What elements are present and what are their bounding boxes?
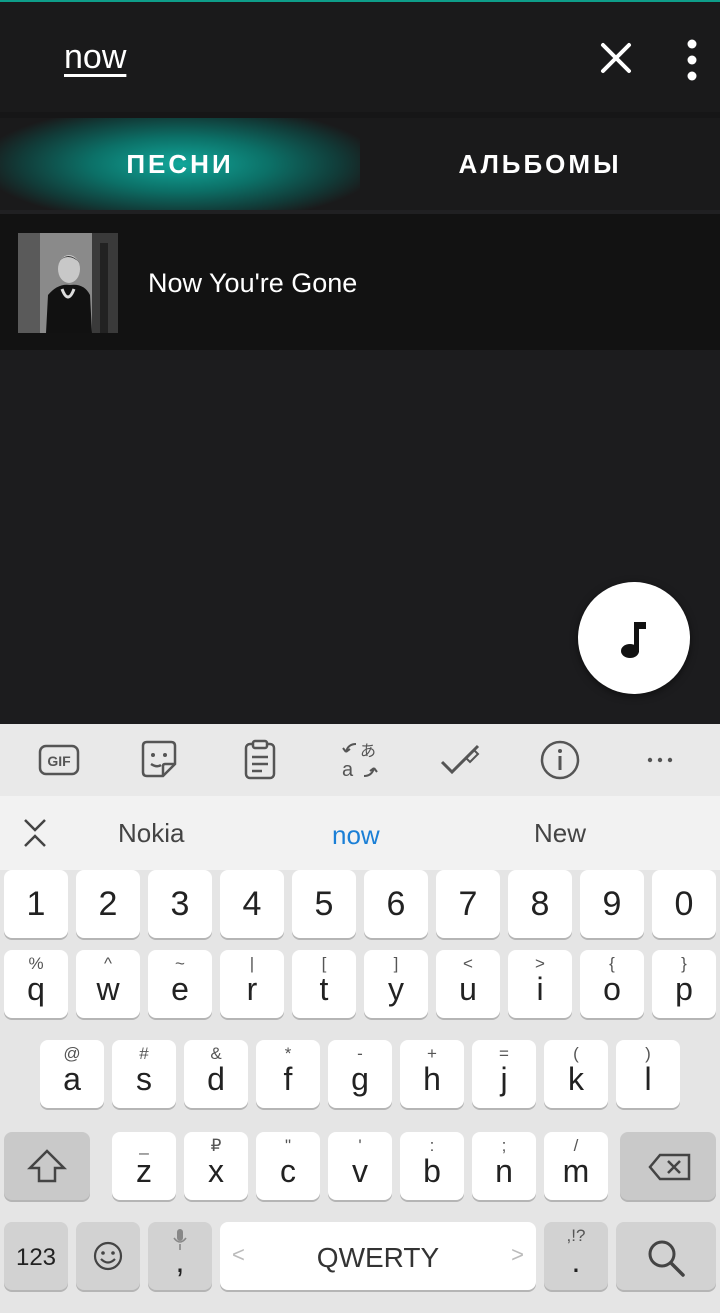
shift-key[interactable] xyxy=(4,1132,90,1200)
key-x[interactable]: ₽ x xyxy=(184,1132,248,1200)
key-n[interactable]: ; n xyxy=(472,1132,536,1200)
backspace-key[interactable] xyxy=(620,1132,716,1200)
key-i[interactable]: > i xyxy=(508,950,572,1018)
key-y[interactable]: ] y xyxy=(364,950,428,1018)
key-a[interactable]: @ a xyxy=(40,1040,104,1108)
key-7[interactable]: 7 xyxy=(436,870,500,938)
sticker-icon[interactable] xyxy=(137,738,181,782)
search-key[interactable] xyxy=(616,1222,716,1290)
key-j[interactable]: = j xyxy=(472,1040,536,1108)
key-q[interactable]: % q xyxy=(4,950,68,1018)
key-t[interactable]: [t xyxy=(292,950,356,1018)
key-v[interactable]: ' v xyxy=(328,1132,392,1200)
key-6[interactable]: 6 xyxy=(364,870,428,938)
tab-bar: ПЕСНИ АЛЬБОМЫ xyxy=(0,118,720,210)
comma-key[interactable]: , xyxy=(148,1222,212,1290)
emoji-icon xyxy=(93,1241,123,1271)
close-icon[interactable] xyxy=(596,38,636,78)
keyboard: GIF aあ Nokia now New 123 , < QWERTY > ,!… xyxy=(0,724,720,1313)
suggestion-left[interactable]: Nokia xyxy=(118,818,184,849)
info-icon[interactable] xyxy=(538,738,582,782)
key-l[interactable]: ) l xyxy=(616,1040,680,1108)
suggestion-bar: Nokia now New xyxy=(0,796,720,870)
key-4[interactable]: 4 xyxy=(220,870,284,938)
key-h[interactable]: + h xyxy=(400,1040,464,1108)
key-r[interactable]: | r xyxy=(220,950,284,1018)
more-vertical-icon[interactable] xyxy=(676,38,708,82)
key-0[interactable]: 0 xyxy=(652,870,716,938)
key-3[interactable]: 3 xyxy=(148,870,212,938)
key-z[interactable]: _ z xyxy=(112,1132,176,1200)
key-o[interactable]: {o xyxy=(580,950,644,1018)
play-fab-button[interactable] xyxy=(578,582,690,694)
key-area: 123 , < QWERTY > ,!? . 1 2 3 4 5 6 7 8 9 0% q ^ w ~ e |… xyxy=(0,870,720,1313)
symbols-key[interactable]: 123 xyxy=(4,1222,68,1290)
key-9[interactable]: 9 xyxy=(580,870,644,938)
emoji-key[interactable] xyxy=(76,1222,140,1290)
key-p[interactable]: } p xyxy=(652,950,716,1018)
key-c[interactable]: " c xyxy=(256,1132,320,1200)
key-5[interactable]: 5 xyxy=(292,870,356,938)
key-8[interactable]: 8 xyxy=(508,870,572,938)
key-s[interactable]: # s xyxy=(112,1040,176,1108)
tab-songs[interactable]: ПЕСНИ xyxy=(0,118,360,210)
svg-text:あ: あ xyxy=(360,741,376,760)
space-key[interactable]: < QWERTY > xyxy=(220,1222,536,1290)
more-horizontal-icon[interactable] xyxy=(638,738,682,782)
key-f[interactable]: * f xyxy=(256,1040,320,1108)
key-2[interactable]: 2 xyxy=(76,870,140,938)
key-k[interactable]: (k xyxy=(544,1040,608,1108)
key-m[interactable]: / m xyxy=(544,1132,608,1200)
search-bar: now xyxy=(0,0,720,112)
album-art xyxy=(18,233,118,333)
key-b[interactable]: :b xyxy=(400,1132,464,1200)
list-item[interactable]: Now You're Gone xyxy=(0,214,720,350)
key-w[interactable]: ^ w xyxy=(76,950,140,1018)
svg-text:GIF: GIF xyxy=(47,753,71,769)
search-input[interactable]: now xyxy=(64,38,126,77)
chevron-right-icon: > xyxy=(511,1242,524,1267)
key-u[interactable]: < u xyxy=(436,950,500,1018)
svg-text:a: a xyxy=(342,759,354,781)
collapse-icon[interactable] xyxy=(20,816,50,850)
keyboard-toolbar: GIF aあ xyxy=(0,724,720,796)
gif-icon[interactable]: GIF xyxy=(37,738,81,782)
suggestion-right[interactable]: New xyxy=(534,818,586,849)
key-e[interactable]: ~ e xyxy=(148,950,212,1018)
spellcheck-icon[interactable] xyxy=(438,738,482,782)
music-note-icon xyxy=(621,622,646,658)
period-key[interactable]: ,!? . xyxy=(544,1222,608,1290)
clipboard-icon[interactable] xyxy=(238,738,282,782)
key-g[interactable]: -g xyxy=(328,1040,392,1108)
translate-icon[interactable]: aあ xyxy=(338,738,382,782)
song-title: Now You're Gone xyxy=(148,268,358,298)
search-icon xyxy=(648,1240,685,1277)
key-d[interactable]: & d xyxy=(184,1040,248,1108)
suggestion-center[interactable]: now xyxy=(332,820,380,851)
key-1[interactable]: 1 xyxy=(4,870,68,938)
tab-albums[interactable]: АЛЬБОМЫ xyxy=(360,118,720,210)
